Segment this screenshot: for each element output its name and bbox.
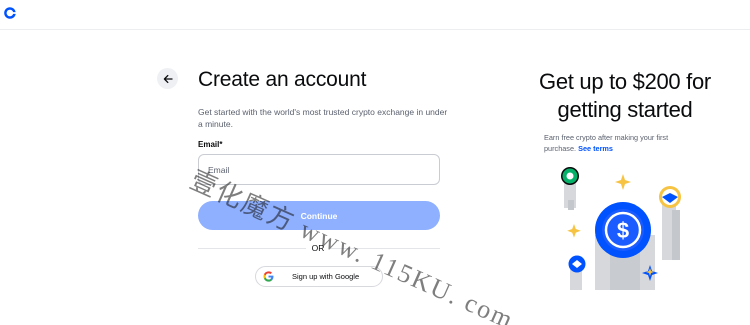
page-title: Create an account [198,68,367,91]
google-g-icon [263,271,274,282]
coinbase-logo-icon[interactable] [2,5,18,21]
continue-button[interactable]: Continue [198,201,440,230]
sparkle-icon [615,174,631,190]
sparkle-icon [567,224,581,238]
divider-left [198,248,306,249]
arrow-left-icon [163,74,173,83]
page-subtitle: Get started with the world's most truste… [198,107,448,129]
google-signup-label: Sign up with Google [292,272,360,281]
email-field[interactable] [198,154,440,185]
see-terms-link[interactable]: See terms [578,144,613,153]
back-button[interactable] [157,68,178,89]
email-label: Email* [198,140,223,149]
divider-right [330,248,440,249]
svg-text:$: $ [617,218,629,243]
google-signup-button[interactable]: Sign up with Google [255,266,383,287]
top-bar [0,0,750,30]
crypto-rewards-illustration: $ [561,167,681,290]
promo-text: Earn free crypto after making your first… [544,132,694,154]
or-divider-label: OR [311,243,325,253]
promo-title: Get up to $200 for getting started [539,69,711,122]
